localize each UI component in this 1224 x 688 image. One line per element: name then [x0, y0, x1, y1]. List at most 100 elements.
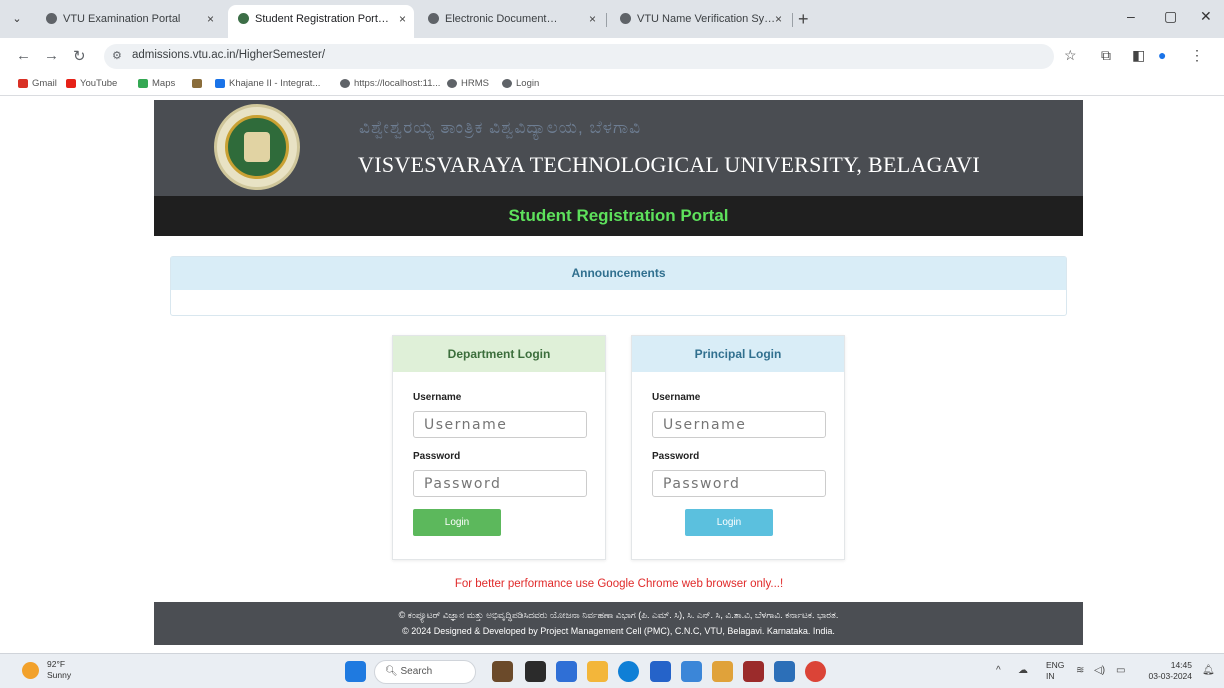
youtube-icon [66, 78, 76, 88]
minimize-icon[interactable]: – [1127, 8, 1135, 24]
university-name: VISVESVARAYA TECHNOLOGICAL UNIVERSITY, B… [358, 152, 980, 177]
side-panel-icon[interactable]: ◧ [1132, 47, 1145, 64]
chrome-icon[interactable] [805, 661, 826, 682]
announcements-heading: Announcements [171, 257, 1066, 290]
back-icon[interactable]: ← [16, 47, 31, 64]
site-favicon-icon [46, 13, 57, 24]
globe-icon [340, 78, 350, 88]
principal-username-input[interactable] [652, 411, 826, 438]
cloud-icon[interactable]: ☁ [1018, 665, 1028, 676]
notification-bell-icon[interactable]: 🔔︎ [1202, 665, 1215, 676]
windows-start-icon[interactable] [345, 661, 366, 682]
bookmark-unnamed[interactable] [192, 78, 206, 89]
battery-icon[interactable]: ▭ [1116, 665, 1125, 676]
tab-vtu-name-verification[interactable]: VTU Name Verification System × [610, 7, 790, 32]
search-icon: 🔍︎ [385, 666, 401, 677]
department-username-input[interactable] [413, 411, 587, 438]
username-label: Username [413, 392, 462, 403]
folder-icon [192, 78, 202, 88]
portal-title-bar: Student Registration Portal [154, 196, 1083, 236]
tab-search-button[interactable]: ⌄ [6, 9, 28, 29]
tab-divider [792, 13, 793, 27]
weather-condition: Sunny [47, 670, 72, 680]
close-tab-icon[interactable]: × [589, 7, 596, 32]
new-tab-button[interactable]: + [798, 8, 809, 30]
bookmark-gmail[interactable]: Gmail [18, 78, 57, 89]
menu-icon[interactable]: ⋮ [1190, 47, 1204, 64]
announcements-panel: Announcements [170, 256, 1067, 316]
weather-widget[interactable]: 92°F Sunny [47, 659, 71, 681]
department-login-heading: Department Login [393, 336, 605, 372]
reload-icon[interactable]: ↻ [73, 47, 86, 65]
volume-icon[interactable]: ◁) [1094, 665, 1105, 676]
browser-recommendation-note: For better performance use Google Chrome… [454, 578, 784, 590]
close-window-icon[interactable]: ✕ [1200, 8, 1212, 25]
bookmark-youtube[interactable]: YouTube [66, 78, 117, 89]
store-icon[interactable] [650, 661, 671, 682]
chat-icon[interactable] [556, 661, 577, 682]
bookmarks-bar: Gmail YouTube Maps Khajane II - Integrat… [0, 74, 1224, 96]
bookmark-hrms[interactable]: HRMS [447, 78, 489, 89]
globe-icon [502, 78, 512, 88]
maps-icon [138, 78, 148, 88]
portal-header: ವಿಶ್ವೇಶ್ವರಯ್ಯ ತಾಂತ್ರಿಕ ವಿಶ್ವವಿದ್ಯಾಲಯ, ಬೆ… [154, 100, 1083, 196]
department-login-panel: Department Login Username Password Login [392, 335, 606, 560]
university-logo [214, 104, 300, 190]
url-text[interactable]: admissions.vtu.ac.in/HigherSemester/ [132, 49, 325, 61]
principal-login-heading: Principal Login [632, 336, 844, 372]
file-explorer-icon[interactable] [587, 661, 608, 682]
footer-kannada-text: © ಕಂಪ್ಯೂಟರ್ ವಿಜ್ಞಾನ ಮತ್ತು ಅಭಿವೃದ್ಧಿಪಡಿಸಿ… [398, 610, 839, 620]
bookmark-maps[interactable]: Maps [138, 78, 175, 89]
restore-icon[interactable]: ▢ [1164, 8, 1177, 25]
tab-electronic-document-delivery[interactable]: Electronic Document Delivery × [418, 7, 604, 32]
portal-title: Student Registration Portal [508, 206, 729, 225]
weather-sun-icon[interactable] [22, 662, 39, 679]
browser-toolbar: ← → ↻ ⚙ admissions.vtu.ac.in/HigherSemes… [0, 38, 1224, 74]
principal-login-button[interactable]: Login [685, 509, 773, 536]
password-label: Password [413, 451, 461, 462]
site-favicon-icon [428, 13, 439, 24]
bookmark-star-icon[interactable]: ☆ [1064, 47, 1077, 64]
taskbar-search[interactable]: 🔍︎ Search [374, 660, 476, 684]
app-icon[interactable] [774, 661, 795, 682]
forward-icon[interactable]: → [44, 47, 59, 64]
tab-student-registration-portal[interactable]: Student Registration Portal2024 × [228, 5, 414, 38]
task-view-icon[interactable] [525, 661, 546, 682]
bookmark-login[interactable]: Login [502, 78, 539, 89]
page-content: ವಿಶ್ವೇಶ್ವರಯ್ಯ ತಾಂತ್ರಿಕ ವಿಶ್ವವಿದ್ಯಾಲಯ, ಬೆ… [0, 96, 1224, 653]
edge-icon[interactable] [618, 661, 639, 682]
language-indicator[interactable]: ENG IN [1046, 660, 1064, 682]
department-password-input[interactable] [413, 470, 587, 497]
weather-temperature: 92°F [47, 659, 66, 669]
close-tab-icon[interactable]: × [775, 7, 782, 32]
close-tab-icon[interactable]: × [207, 7, 214, 32]
principal-password-input[interactable] [652, 470, 826, 497]
logo-emblem [225, 115, 289, 179]
browser-tab-strip: ⌄ VTU Examination Portal × Student Regis… [0, 0, 1224, 38]
bookmark-khajane[interactable]: Khajane II - Integrat... [215, 78, 320, 89]
site-info-icon[interactable]: ⚙ [112, 49, 122, 62]
extensions-icon[interactable]: ⧉ [1101, 47, 1111, 64]
site-favicon-icon [620, 13, 631, 24]
wifi-icon[interactable]: ≋ [1076, 665, 1084, 676]
tab-divider [606, 13, 607, 27]
address-bar[interactable]: ⚙ admissions.vtu.ac.in/HigherSemester/ [104, 44, 1054, 69]
gmail-icon [18, 78, 28, 88]
profile-icon[interactable]: ● [1158, 47, 1166, 63]
app-icon[interactable] [681, 661, 702, 682]
app-icon[interactable] [712, 661, 733, 682]
taskbar: 92°F Sunny 🔍︎ Search ^ ☁ ENG IN ≋ ◁) ▭ 1… [0, 653, 1224, 688]
tab-vtu-examination-portal[interactable]: VTU Examination Portal × [36, 7, 222, 32]
password-label: Password [652, 451, 700, 462]
globe-icon [447, 78, 457, 88]
site-favicon-icon [238, 12, 249, 24]
department-login-button[interactable]: Login [413, 509, 501, 536]
app-icon[interactable] [743, 661, 764, 682]
app-icon[interactable] [492, 661, 513, 682]
logo-figure [244, 132, 270, 162]
bookmark-localhost[interactable]: https://localhost:11... [340, 78, 440, 89]
principal-login-panel: Principal Login Username Password Login [631, 335, 845, 560]
close-tab-icon[interactable]: × [399, 5, 406, 33]
chevron-up-icon[interactable]: ^ [996, 665, 1001, 676]
clock[interactable]: 14:45 03-03-2024 [1138, 660, 1192, 682]
